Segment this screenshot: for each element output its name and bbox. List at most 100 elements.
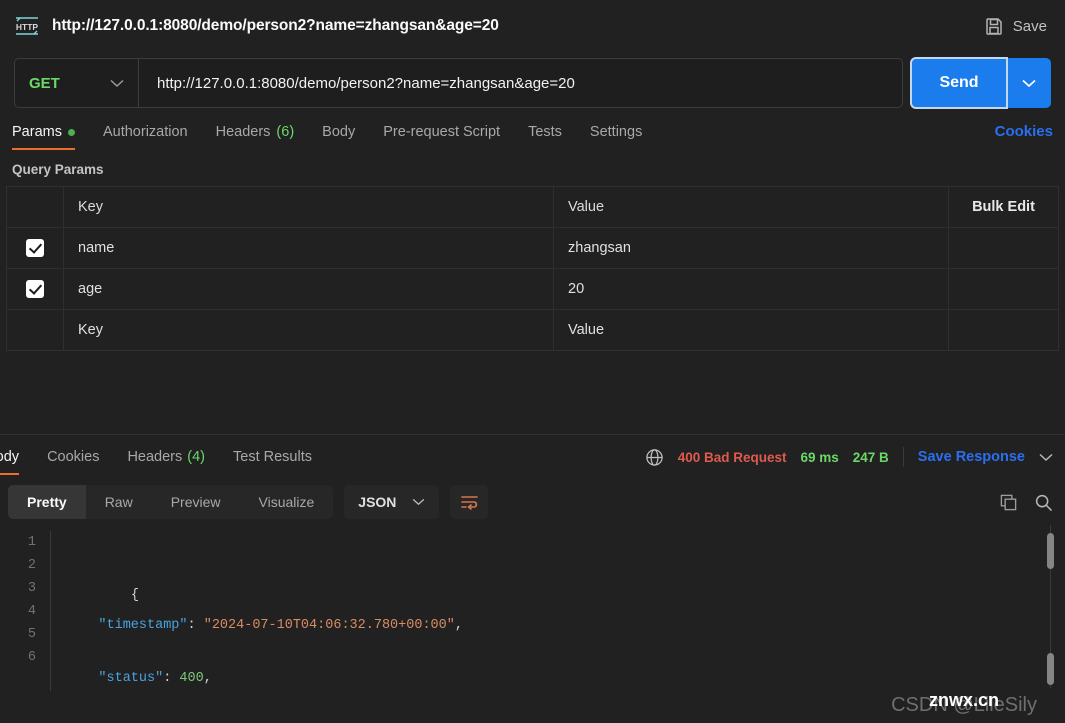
json-value-status: 400 xyxy=(179,671,204,686)
unsaved-dot-icon xyxy=(67,129,75,136)
chevron-down-icon xyxy=(110,79,124,88)
send-options-button[interactable] xyxy=(1007,58,1051,108)
json-colon: : xyxy=(163,671,180,686)
code-fold-rail xyxy=(50,531,62,691)
table-row: age 20 xyxy=(6,268,1059,310)
word-wrap-button[interactable] xyxy=(450,485,489,519)
title-bar: HTTP http://127.0.0.1:8080/demo/person2?… xyxy=(0,0,1065,52)
language-label: JSON xyxy=(358,494,397,510)
save-response-button[interactable]: Save Response xyxy=(918,449,1025,465)
method-label: GET xyxy=(29,74,60,92)
code-line: "timestamp": "2024-07-10T04:06:32.780+00… xyxy=(66,614,1065,637)
json-key-timestamp: "timestamp" xyxy=(98,618,188,633)
param-value[interactable]: zhangsan xyxy=(553,227,949,269)
tab-tests[interactable]: Tests xyxy=(514,124,576,150)
send-button-group: Send xyxy=(910,57,1051,109)
json-colon: : xyxy=(187,618,204,633)
cookies-link[interactable]: Cookies xyxy=(995,123,1053,150)
floppy-disk-icon[interactable] xyxy=(984,16,1004,36)
view-mode-group: Pretty Raw Preview Visualize xyxy=(8,485,334,519)
response-tab-cookies[interactable]: Cookies xyxy=(33,435,113,479)
param-key[interactable]: age xyxy=(63,268,554,310)
table-row: name zhangsan xyxy=(6,227,1059,269)
tab-label: Cookies xyxy=(47,449,100,465)
tab-label: Body xyxy=(322,124,356,140)
tab-label: Headers xyxy=(215,124,271,140)
tab-count: (4) xyxy=(187,449,205,465)
line-number: 4 xyxy=(27,604,36,619)
tab-body[interactable]: Body xyxy=(308,124,369,150)
chevron-down-icon xyxy=(1022,79,1036,88)
tab-label: Params xyxy=(12,124,62,140)
status-badge: 400 Bad Request xyxy=(677,449,787,465)
code-line: "status": 400, xyxy=(66,667,1065,690)
tab-label: Pre-request Script xyxy=(383,124,501,140)
view-mode-visualize[interactable]: Visualize xyxy=(240,485,334,519)
code-line: { xyxy=(66,561,1065,603)
header-value: Value xyxy=(553,186,949,228)
view-mode-preview[interactable]: Preview xyxy=(152,485,240,519)
tab-label: Body xyxy=(0,449,20,465)
json-open-brace: { xyxy=(130,588,139,603)
table-header-row: Key Value Bulk Edit xyxy=(6,186,1059,228)
json-key-status: "status" xyxy=(98,671,164,686)
new-param-key-input[interactable]: Key xyxy=(63,309,554,351)
row-actions xyxy=(948,268,1059,310)
url-field-group: GET xyxy=(14,58,903,108)
line-number: 6 xyxy=(27,650,36,665)
new-param-value-input[interactable]: Value xyxy=(553,309,949,351)
tab-label: Settings xyxy=(589,124,643,140)
view-mode-raw[interactable]: Raw xyxy=(86,485,152,519)
chevron-down-icon[interactable] xyxy=(1039,453,1053,462)
response-body-code[interactable]: 1 2 3 4 5 6 { "timestamp": "2024-07-10T0… xyxy=(0,525,1065,691)
request-title: http://127.0.0.1:8080/demo/person2?name=… xyxy=(52,17,499,34)
http-icon: HTTP xyxy=(14,15,40,37)
tab-label: Authorization xyxy=(102,124,188,140)
query-params-label: Query Params xyxy=(12,162,104,177)
url-bar: GET Send xyxy=(0,52,1065,114)
json-comma: , xyxy=(203,671,212,686)
send-button[interactable]: Send xyxy=(910,57,1008,109)
tab-pre-request-script[interactable]: Pre-request Script xyxy=(369,124,514,150)
chevron-down-icon xyxy=(412,498,425,506)
param-key[interactable]: name xyxy=(63,227,554,269)
save-button[interactable]: Save xyxy=(1013,18,1047,35)
watermark: CSDN @LileSily znwx.cn xyxy=(891,690,1037,717)
watermark-csdn: CSDN @LileSily xyxy=(891,694,1037,716)
table-row-empty: Key Value xyxy=(6,309,1059,351)
response-tab-test-results[interactable]: Test Results xyxy=(219,435,326,479)
watermark-znwx: znwx.cn xyxy=(929,690,1000,710)
row-checkbox[interactable] xyxy=(26,280,44,298)
header-key: Key xyxy=(63,186,554,228)
response-meta: 400 Bad Request 69 ms 247 B Save Respons… xyxy=(645,447,1053,467)
response-size: 247 B xyxy=(852,449,889,465)
tab-settings[interactable]: Settings xyxy=(576,124,656,150)
search-icon[interactable] xyxy=(1034,493,1053,512)
json-value-timestamp: "2024-07-10T04:06:32.780+00:00" xyxy=(203,618,455,633)
tab-label: Tests xyxy=(528,124,562,140)
response-tab-body[interactable]: Body xyxy=(0,435,33,479)
line-number: 1 xyxy=(27,535,36,550)
bulk-edit-button[interactable]: Bulk Edit xyxy=(972,199,1035,215)
method-select[interactable]: GET xyxy=(15,59,139,107)
response-actions xyxy=(999,493,1053,512)
tab-count: (6) xyxy=(276,124,295,140)
param-value[interactable]: 20 xyxy=(553,268,949,310)
url-input[interactable] xyxy=(139,59,902,107)
line-number: 3 xyxy=(27,581,36,596)
tab-authorization[interactable]: Authorization xyxy=(89,124,202,150)
copy-icon[interactable] xyxy=(999,493,1018,512)
code-scrollbar-thumb[interactable] xyxy=(1047,533,1054,569)
tab-headers[interactable]: Headers (6) xyxy=(202,124,309,150)
language-select[interactable]: JSON xyxy=(344,485,440,519)
tab-label: Headers xyxy=(127,449,183,465)
row-actions xyxy=(948,227,1059,269)
svg-text:HTTP: HTTP xyxy=(16,22,39,32)
row-checkbox[interactable] xyxy=(26,239,44,257)
tab-params[interactable]: Params xyxy=(12,124,89,150)
globe-icon[interactable] xyxy=(645,448,664,467)
response-tab-headers[interactable]: Headers (4) xyxy=(113,435,219,479)
view-mode-pretty[interactable]: Pretty xyxy=(8,485,86,519)
code-scrollbar-thumb-secondary[interactable] xyxy=(1047,653,1054,685)
request-tab-bar: Params Authorization Headers (6) Body Pr… xyxy=(0,114,1065,150)
